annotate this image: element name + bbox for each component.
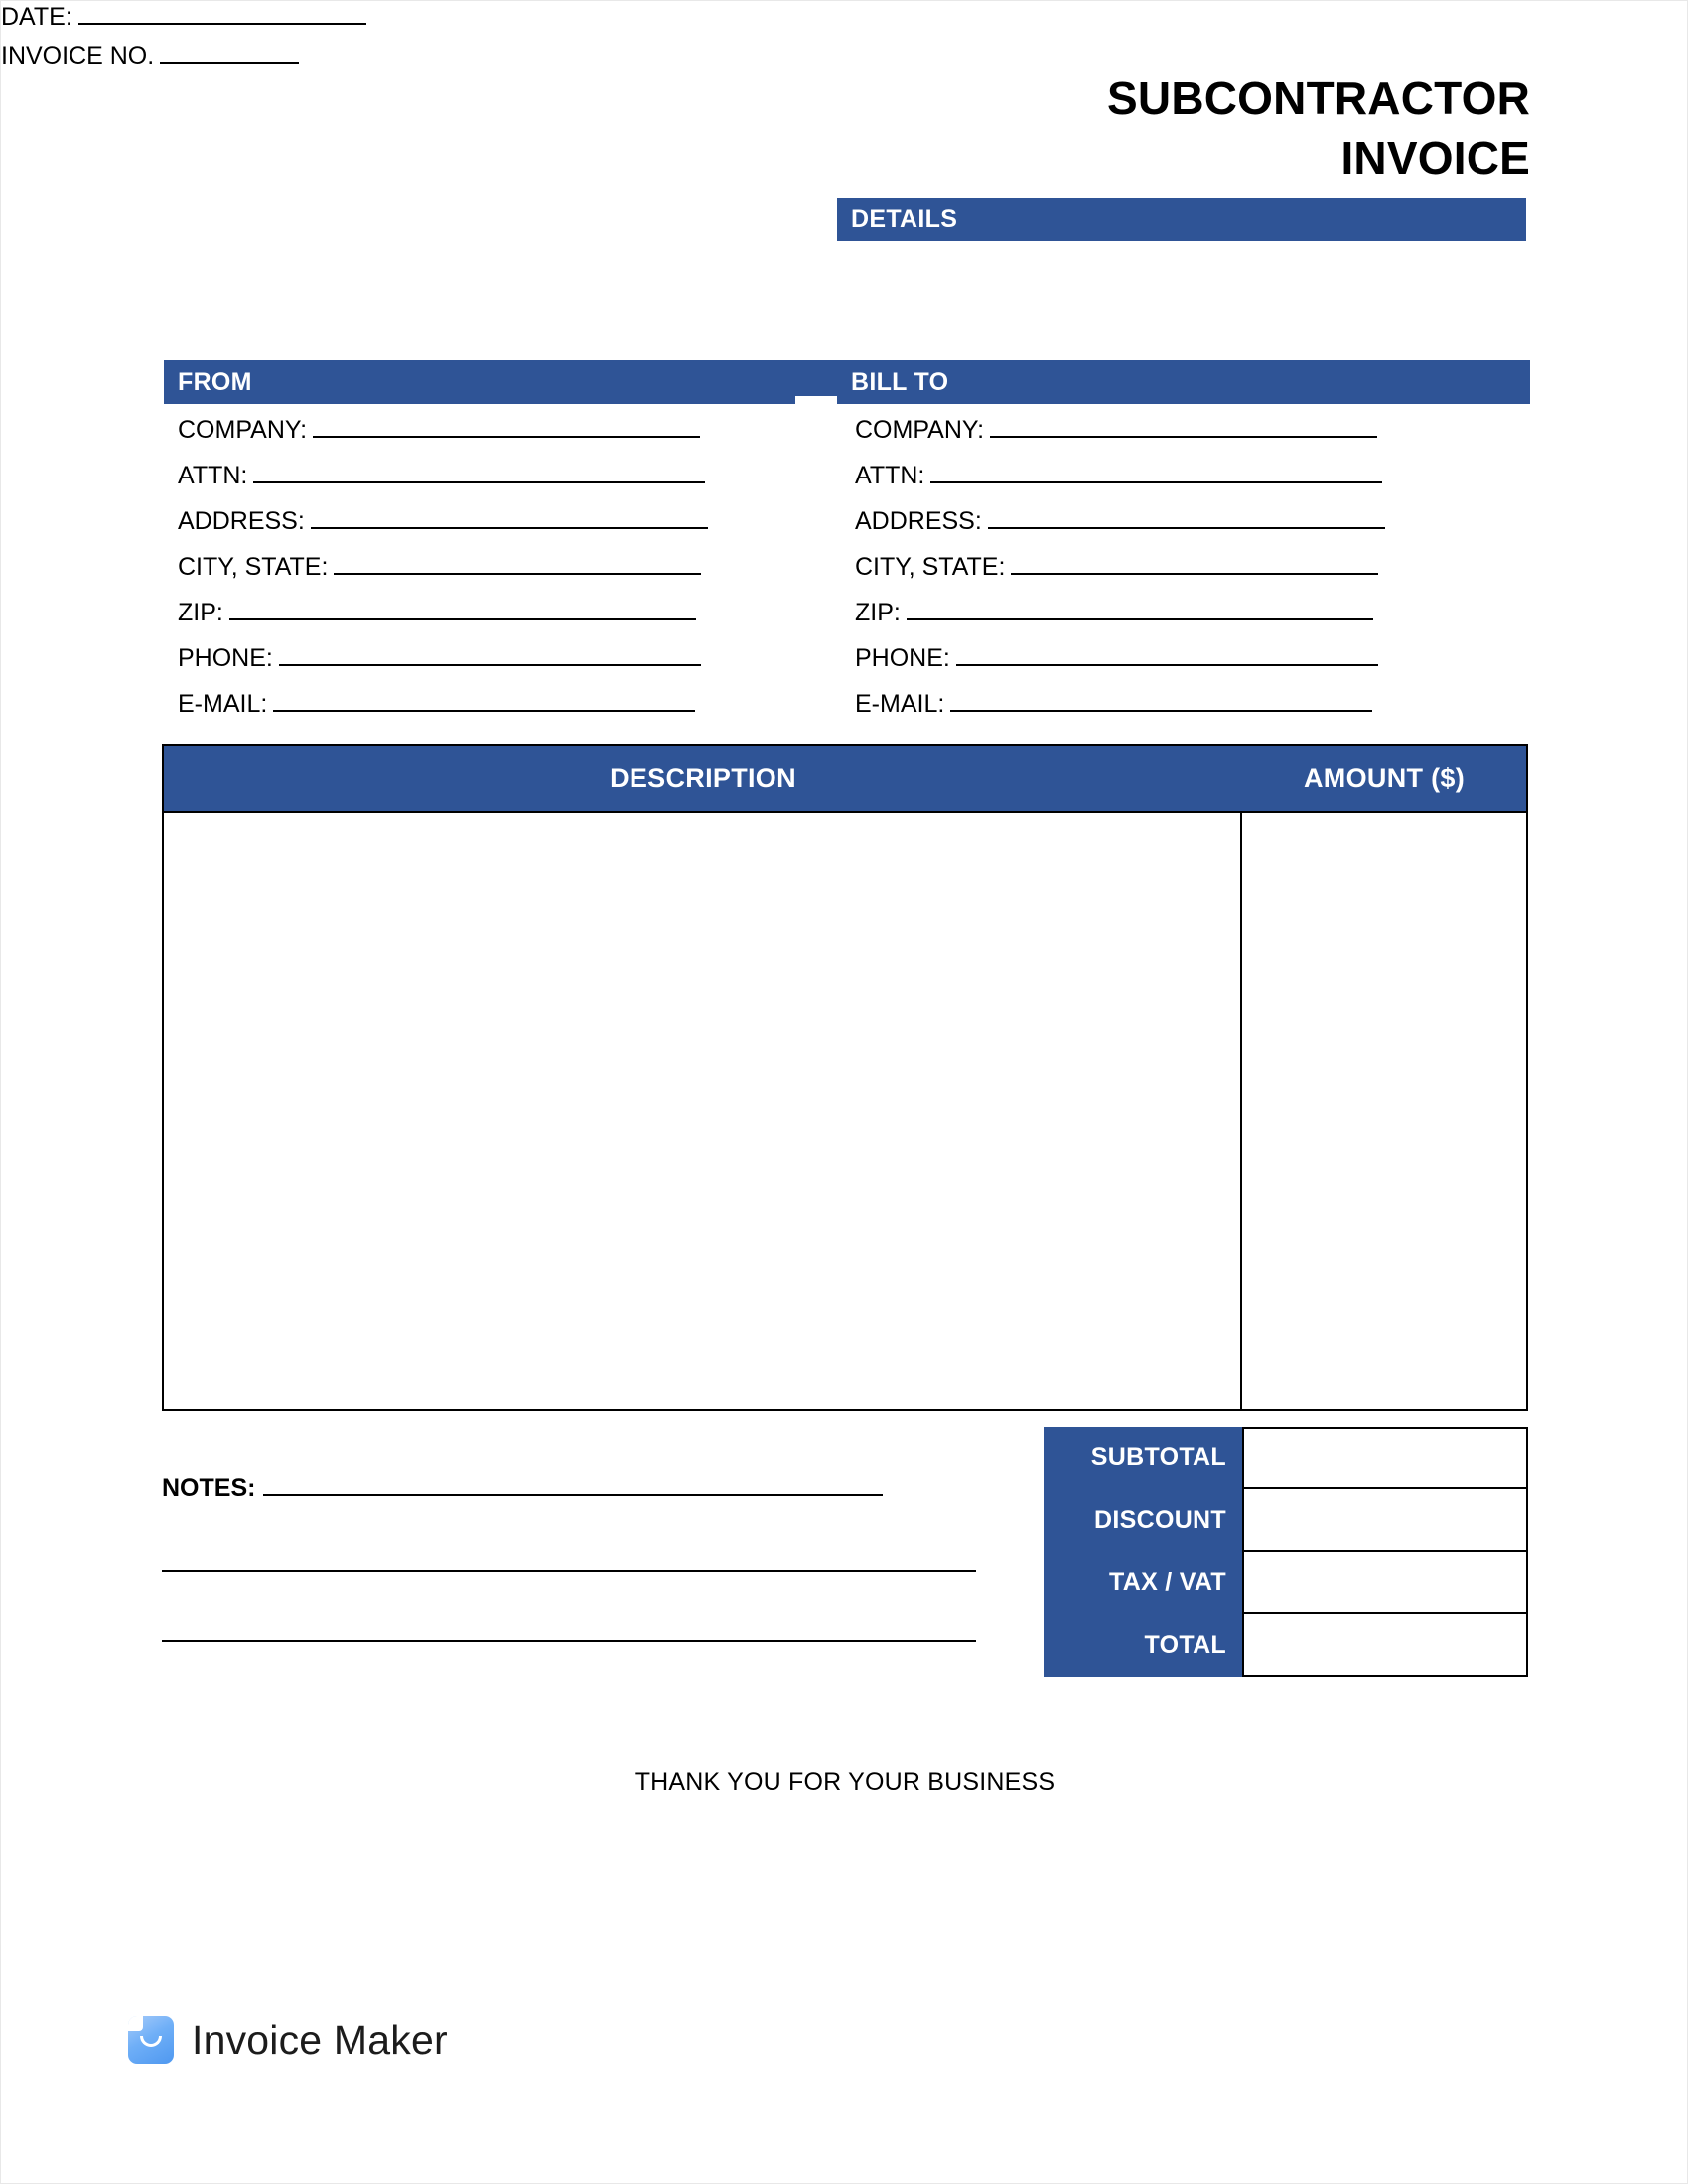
details-fields: DATE: INVOICE NO. xyxy=(1,1,1687,70)
from-section-header: FROM xyxy=(164,360,795,404)
totals-label-subtotal: SUBTOTAL xyxy=(1044,1427,1242,1489)
field-invoice-no-label: INVOICE NO. xyxy=(1,42,155,69)
notes-input[interactable] xyxy=(263,1470,884,1496)
bill-to-field-city-state-label: CITY, STATE: xyxy=(855,553,1006,581)
totals-row-discount: DISCOUNT xyxy=(1044,1489,1528,1552)
notes-section: NOTES: xyxy=(162,1470,976,1642)
from-header-label: FROM xyxy=(178,367,252,396)
bill-to-section-header: BILL TO xyxy=(837,360,1530,404)
bill-to-field-zip-label: ZIP: xyxy=(855,599,901,626)
column-header-amount: AMOUNT ($) xyxy=(1304,762,1465,793)
from-field-company-label: COMPANY: xyxy=(178,416,308,444)
field-date-input[interactable] xyxy=(77,1,366,25)
details-section-header: DETAILS xyxy=(837,198,1526,241)
from-field-zip-label: ZIP: xyxy=(178,599,223,626)
totals-row-total: TOTAL xyxy=(1044,1614,1528,1677)
from-field-phone[interactable]: PHONE: xyxy=(178,642,708,673)
totals-row-subtotal: SUBTOTAL xyxy=(1044,1427,1528,1489)
bill-to-field-address-input[interactable] xyxy=(987,505,1385,529)
header-bar-connector xyxy=(795,360,837,396)
bill-to-header-label: BILL TO xyxy=(851,367,949,396)
from-field-address-label: ADDRESS: xyxy=(178,507,305,535)
field-invoice-no[interactable]: INVOICE NO. xyxy=(1,40,1687,70)
smile-arc-icon xyxy=(140,2036,162,2047)
brand-logo: Invoice Maker xyxy=(128,2016,448,2064)
totals-value-subtotal[interactable] xyxy=(1242,1427,1528,1489)
notes-first-line[interactable]: NOTES: xyxy=(162,1470,976,1503)
from-field-zip-input[interactable] xyxy=(228,597,696,620)
line-items-table: DESCRIPTION AMOUNT ($) xyxy=(162,744,1528,1411)
bill-to-field-email-input[interactable] xyxy=(950,688,1373,712)
bill-to-field-city-state-input[interactable] xyxy=(1011,551,1379,575)
bill-to-field-company-label: COMPANY: xyxy=(855,416,985,444)
line-items-table-body xyxy=(164,813,1526,1409)
document-fold-corner-icon xyxy=(128,2016,143,2031)
column-header-description: DESCRIPTION xyxy=(610,762,796,793)
from-field-zip[interactable]: ZIP: xyxy=(178,597,708,627)
thank-you-message: THANK YOU FOR YOUR BUSINESS xyxy=(634,1768,1055,1796)
totals-label-discount: DISCOUNT xyxy=(1044,1489,1242,1552)
bill-to-field-email[interactable]: E-MAIL: xyxy=(855,688,1385,719)
bill-to-field-attn-label: ATTN: xyxy=(855,462,925,489)
bill-to-field-email-label: E-MAIL: xyxy=(855,690,945,718)
title-line-1: SUBCONTRACTOR xyxy=(1107,72,1530,124)
invoice-maker-icon xyxy=(128,2016,174,2064)
from-field-attn-label: ATTN: xyxy=(178,462,248,489)
from-field-company-input[interactable] xyxy=(313,414,701,438)
notes-blank-line-2[interactable] xyxy=(162,1638,976,1642)
bill-to-field-company-input[interactable] xyxy=(990,414,1378,438)
bill-to-field-zip[interactable]: ZIP: xyxy=(855,597,1385,627)
notes-label: NOTES: xyxy=(162,1474,256,1502)
from-field-attn-input[interactable] xyxy=(253,460,706,483)
totals-section: SUBTOTAL DISCOUNT TAX / VAT TOTAL xyxy=(1044,1427,1528,1677)
totals-label-tax-vat: TAX / VAT xyxy=(1044,1552,1242,1614)
bill-to-field-attn-input[interactable] xyxy=(930,460,1383,483)
totals-row-tax-vat: TAX / VAT xyxy=(1044,1552,1528,1614)
from-field-email[interactable]: E-MAIL: xyxy=(178,688,708,719)
bill-to-field-zip-input[interactable] xyxy=(906,597,1373,620)
field-date[interactable]: DATE: xyxy=(1,1,1687,32)
totals-value-tax-vat[interactable] xyxy=(1242,1552,1528,1614)
from-fields: COMPANY: ATTN: ADDRESS: CITY, STATE: ZIP… xyxy=(178,414,708,734)
line-items-table-header: DESCRIPTION AMOUNT ($) xyxy=(164,746,1526,813)
from-field-attn[interactable]: ATTN: xyxy=(178,460,708,490)
bill-to-field-city-state[interactable]: CITY, STATE: xyxy=(855,551,1385,582)
totals-value-total[interactable] xyxy=(1242,1614,1528,1677)
notes-blank-line-1[interactable] xyxy=(162,1569,976,1572)
totals-label-total: TOTAL xyxy=(1044,1614,1242,1677)
field-invoice-no-input[interactable] xyxy=(160,40,300,64)
brand-name: Invoice Maker xyxy=(192,2016,448,2063)
bill-to-field-company[interactable]: COMPANY: xyxy=(855,414,1385,445)
from-field-city-state-label: CITY, STATE: xyxy=(178,553,329,581)
bill-to-field-phone-label: PHONE: xyxy=(855,644,950,672)
bill-to-field-phone[interactable]: PHONE: xyxy=(855,642,1385,673)
totals-value-discount[interactable] xyxy=(1242,1489,1528,1552)
invoice-page: SUBCONTRACTOR INVOICE DETAILS DATE: INVO… xyxy=(0,0,1688,2184)
from-field-phone-input[interactable] xyxy=(278,642,701,666)
line-items-description-area[interactable] xyxy=(164,813,1242,1409)
bill-to-field-attn[interactable]: ATTN: xyxy=(855,460,1385,490)
bill-to-field-address[interactable]: ADDRESS: xyxy=(855,505,1385,536)
from-field-address[interactable]: ADDRESS: xyxy=(178,505,708,536)
from-field-city-state-input[interactable] xyxy=(334,551,702,575)
from-field-address-input[interactable] xyxy=(310,505,708,529)
page-title: SUBCONTRACTOR INVOICE xyxy=(636,68,1530,188)
from-field-email-input[interactable] xyxy=(273,688,696,712)
bill-to-field-address-label: ADDRESS: xyxy=(855,507,982,535)
title-line-2: INVOICE xyxy=(1340,132,1530,184)
from-field-email-label: E-MAIL: xyxy=(178,690,268,718)
line-items-amount-area[interactable] xyxy=(1242,813,1526,1409)
details-header-label: DETAILS xyxy=(851,205,958,233)
bill-to-field-phone-input[interactable] xyxy=(955,642,1378,666)
from-field-phone-label: PHONE: xyxy=(178,644,273,672)
from-field-city-state[interactable]: CITY, STATE: xyxy=(178,551,708,582)
bill-to-fields: COMPANY: ATTN: ADDRESS: CITY, STATE: ZIP… xyxy=(855,414,1385,734)
field-date-label: DATE: xyxy=(1,3,72,31)
from-field-company[interactable]: COMPANY: xyxy=(178,414,708,445)
